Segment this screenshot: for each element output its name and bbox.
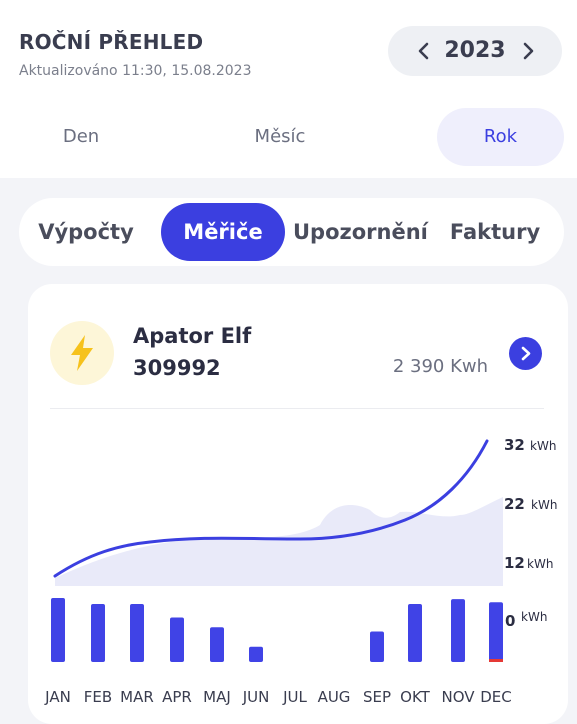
x-label-jan: JAN	[45, 688, 71, 706]
x-label-feb: FEB	[83, 688, 113, 706]
y-unit-32: kWh	[530, 439, 556, 453]
x-label-nov: NOV	[441, 688, 475, 706]
bar-apr[interactable]	[170, 617, 184, 662]
bar-jun[interactable]	[249, 646, 263, 662]
x-label-jun: JUN	[242, 688, 270, 706]
bar-jan[interactable]	[51, 597, 65, 662]
x-label-mar: MAR	[120, 688, 154, 706]
y-tick-22: 22	[504, 495, 525, 513]
bar-dec[interactable]	[489, 602, 503, 662]
area-fill	[55, 497, 503, 586]
y-unit-12: kWh	[527, 557, 553, 571]
consumption-chart: 32 kWh 22 kWh 12 kWh 0 kWh	[51, 436, 557, 663]
x-label-okt: OKT	[400, 688, 430, 706]
bar-maj[interactable]	[210, 627, 224, 662]
x-label-jul: JUL	[283, 688, 307, 706]
bar-mar[interactable]	[130, 604, 144, 662]
y-tick-12: 12	[504, 554, 525, 572]
bar-dec-alert-marker	[489, 659, 503, 662]
x-label-aug: AUG	[317, 688, 351, 706]
x-label-sep: SEP	[362, 688, 392, 706]
y-unit-22: kWh	[531, 498, 557, 512]
y-tick-32: 32	[504, 436, 525, 454]
x-label-apr: APR	[162, 688, 192, 706]
x-label-dec: DEC	[480, 688, 512, 706]
x-label-maj: MAJ	[203, 688, 231, 706]
bar-nov[interactable]	[451, 599, 465, 662]
bar-okt[interactable]	[408, 604, 422, 662]
y-tick-0: 0	[505, 612, 515, 630]
bar-sep[interactable]	[370, 631, 384, 663]
bar-feb[interactable]	[91, 604, 105, 662]
y-unit-0: kWh	[521, 610, 547, 624]
